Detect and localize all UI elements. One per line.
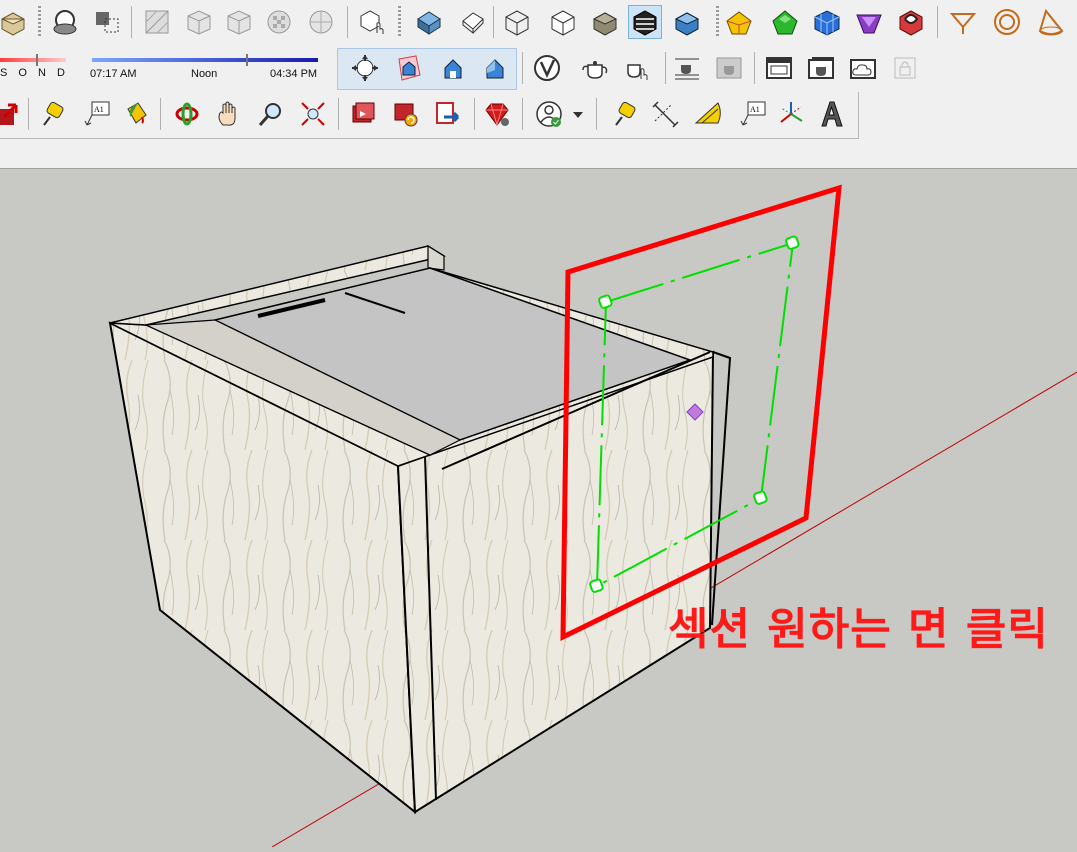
tape-measure-icon[interactable] <box>608 97 642 131</box>
lock-icon[interactable] <box>888 51 922 85</box>
circle-icon[interactable] <box>990 5 1024 39</box>
toolbar-area: S O N D 07:17 AM Noon 04:34 PM A1 A1 <box>0 0 1077 169</box>
months-label: S O N D <box>0 67 69 79</box>
shaded-style-icon[interactable] <box>588 5 622 39</box>
zoom-house-icon[interactable] <box>478 51 512 85</box>
protractor-icon[interactable] <box>690 97 724 131</box>
position-camera-icon[interactable] <box>348 51 382 85</box>
month-slider-track[interactable] <box>0 58 66 62</box>
account-icon[interactable] <box>532 97 566 131</box>
interactive-render-icon[interactable] <box>620 51 654 85</box>
svg-text:A1: A1 <box>750 105 760 114</box>
cone-icon[interactable] <box>1034 5 1068 39</box>
toolbar-row-3: A1 A1 <box>0 92 859 139</box>
monochrome-style-icon[interactable] <box>670 5 704 39</box>
move-arrow-icon[interactable] <box>0 97 22 131</box>
top-view-icon[interactable] <box>456 5 490 39</box>
look-around-icon[interactable] <box>436 51 470 85</box>
time-end-label: 04:34 PM <box>270 68 318 80</box>
3d-text-icon[interactable] <box>814 97 848 131</box>
cloud-icon[interactable] <box>846 51 880 85</box>
zoom-icon[interactable] <box>254 97 288 131</box>
pan-hand-icon[interactable] <box>212 97 246 131</box>
intersect-icon[interactable] <box>810 5 844 39</box>
cube-outline-icon[interactable] <box>222 5 256 39</box>
toolbar-row-1 <box>0 0 1077 44</box>
add-scene-icon[interactable] <box>346 97 380 131</box>
component-click-icon[interactable] <box>355 5 389 39</box>
update-scene-icon[interactable] <box>388 97 422 131</box>
box-back-post <box>427 244 445 271</box>
text-tool-icon[interactable]: A1 <box>736 97 770 131</box>
box-edge-line <box>711 351 732 626</box>
tape-measure-icon[interactable] <box>36 97 70 131</box>
toolbar-row-2: S O N D 07:17 AM Noon 04:34 PM <box>0 46 1077 90</box>
section-plane-icon[interactable] <box>48 5 82 39</box>
teapot-viewer-icon[interactable] <box>670 51 704 85</box>
export-icon[interactable] <box>430 97 464 131</box>
subtract-icon[interactable] <box>768 5 802 39</box>
batch-render-icon[interactable] <box>804 51 838 85</box>
render-teapot-icon[interactable] <box>578 51 612 85</box>
union-icon[interactable] <box>722 5 756 39</box>
account-dropdown-chevron-icon[interactable] <box>573 112 583 118</box>
section-corner-grip[interactable] <box>753 490 768 505</box>
time-slider-track[interactable] <box>92 58 318 62</box>
frame-buffer-icon[interactable] <box>712 51 746 85</box>
modeling-viewport[interactable]: 섹션 원하는 면 클릭 <box>0 169 1077 848</box>
axes-icon[interactable] <box>774 97 808 131</box>
trim-icon[interactable] <box>852 5 886 39</box>
sphere-icon[interactable] <box>304 5 338 39</box>
section-corner-grip[interactable] <box>589 578 604 593</box>
svg-text:A1: A1 <box>94 105 104 114</box>
xray-icon[interactable] <box>140 5 174 39</box>
extension-warehouse-icon[interactable] <box>480 97 514 131</box>
section-corner-grip[interactable] <box>598 294 613 309</box>
checker-sphere-icon[interactable] <box>262 5 296 39</box>
dimension-icon[interactable] <box>648 97 682 131</box>
split-icon[interactable] <box>894 5 928 39</box>
scene-canvas[interactable] <box>0 169 1077 848</box>
time-slider-thumb[interactable] <box>246 54 248 66</box>
month-slider-thumb[interactable] <box>36 54 38 66</box>
iso-view-icon[interactable] <box>412 5 446 39</box>
vray-icon[interactable] <box>530 51 564 85</box>
annotation-label: 섹션 원하는 면 클릭 <box>668 604 1049 655</box>
orbit-icon[interactable] <box>170 97 204 131</box>
wireframe-style-icon[interactable] <box>500 5 534 39</box>
section-cut-icon[interactable] <box>90 5 124 39</box>
textured-style-icon[interactable] <box>628 5 662 39</box>
window-icon[interactable] <box>762 51 796 85</box>
cube-outline-icon[interactable] <box>182 5 216 39</box>
walk-view-icon[interactable] <box>392 51 426 85</box>
text-tool-icon[interactable]: A1 <box>80 97 114 131</box>
time-start-label: 07:17 AM <box>90 68 137 80</box>
zoom-extents-icon[interactable] <box>296 97 330 131</box>
time-noon-label: Noon <box>191 68 218 80</box>
warehouse-icon[interactable] <box>0 5 30 39</box>
paint-bucket-icon[interactable] <box>118 97 152 131</box>
section-symbol-icon[interactable] <box>946 5 980 39</box>
section-corner-grip[interactable] <box>785 235 800 250</box>
hidden-line-style-icon[interactable] <box>546 5 580 39</box>
